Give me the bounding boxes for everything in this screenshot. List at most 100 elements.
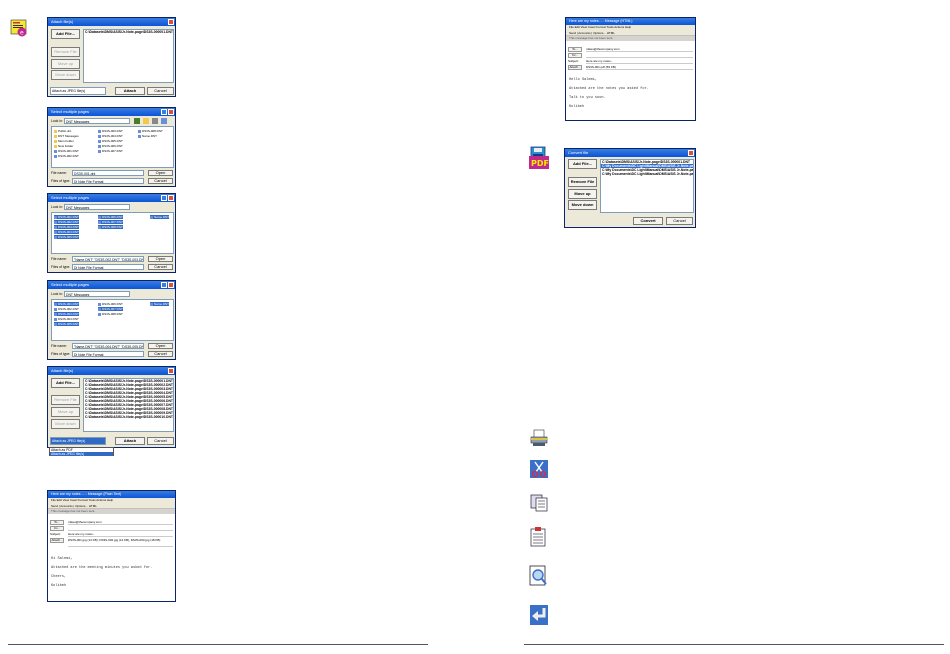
file-browser[interactable]: DS3S-001.DNT DS3S-002.DNT DS3S-003.DNT D… [51,212,174,254]
file-item[interactable]: DS3S-002.DNT [54,307,79,311]
file-item[interactable]: DNT Messages [54,134,79,138]
cancel-button[interactable]: Cancel [148,178,173,184]
file-item[interactable]: DS3S-002.DNT [54,220,79,224]
file-browser[interactable]: DS3S-001.DNT DS3S-002.DNT DS3S-003.DNT D… [51,299,174,341]
attach-button[interactable]: Attach... [568,65,582,70]
file-item[interactable]: Mein Folder [54,139,74,143]
remove-file-button[interactable]: Remove File [51,395,80,405]
close-icon[interactable] [688,150,694,156]
add-file-button[interactable]: Add File... [51,29,80,39]
close-icon[interactable] [168,282,174,288]
file-item[interactable]: Name.DNT [150,215,170,219]
move-down-button[interactable]: Move down [51,419,80,429]
attach-button[interactable]: Attach [115,87,145,95]
file-item[interactable]: DS3S-007.DNT [98,307,123,311]
list-item[interactable]: C:\My Documents\DC Light\Manual\DMS\ASIS… [601,172,693,176]
file-name-input[interactable]: "Name.DNT" "DS3S-004.DNT" "DS3S-005.DNT" [72,343,144,349]
cancel-button[interactable]: Cancel [148,264,173,270]
attach-field[interactable]: DS3S-001.jpg (14 KB); DS3S-002.jpg (14 K… [68,538,173,547]
file-item[interactable]: DS3S-003.DNT [54,312,79,316]
format-dropdown-list[interactable]: Attach as PDF Attach as JPEG file(s) [49,447,114,456]
to-button[interactable]: To... [50,520,64,525]
move-down-button[interactable]: Move down [568,200,597,210]
help-icon[interactable] [161,109,167,115]
file-item[interactable]: DS3S-001.DNT [54,149,79,153]
file-item[interactable]: DS3S-001.DNT [54,215,79,219]
file-name-input[interactable]: "Name.DNT" "DS3S-002.DNT" "DS3S-003.DNT" [72,256,144,262]
file-item[interactable]: New Folder [54,144,73,148]
help-icon[interactable] [161,195,167,201]
convert-button[interactable]: Convert [633,217,663,225]
cancel-button[interactable]: Cancel [147,87,174,95]
help-icon[interactable] [161,282,167,288]
move-down-button[interactable]: Move down [51,70,80,80]
file-list[interactable]: C:\Datasets\DMS\ASIS\Jr-Note-page\DS3S-0… [600,159,694,213]
look-in-select[interactable]: DNT Messages [64,204,130,210]
close-icon[interactable] [168,109,174,115]
file-item[interactable]: DS3S-002.DNT [54,154,79,158]
to-button[interactable]: To... [568,47,582,52]
open-button[interactable]: Open [148,256,173,262]
look-in-select[interactable]: DNT Messages [64,291,130,297]
close-icon[interactable] [168,368,174,374]
to-field[interactable]: mikes@thecompany.com [68,520,173,525]
file-item[interactable]: DS3S-005.DNT [54,322,79,326]
file-type-select[interactable]: Di Note File Format [72,264,144,270]
file-item[interactable]: DS3S-003.DNT [98,129,123,133]
file-item[interactable]: DS3S-007.DNT [98,149,123,153]
remove-file-button[interactable]: Remove File [568,177,597,187]
file-item[interactable]: DS3S-004.DNT [98,134,123,138]
close-icon[interactable] [168,19,174,25]
file-browser[interactable]: Public.dnt DNT Messages Mein Folder New … [51,126,174,168]
look-in-select[interactable]: DNT Messages [64,118,130,124]
attach-field[interactable]: DS3S-001.pdf (59 KB) [586,65,693,70]
cancel-button[interactable]: Cancel [666,217,693,225]
subject-field[interactable]: Here are my notes... [586,59,693,64]
file-item[interactable]: DS3S-005.DNT [54,235,79,239]
subject-field[interactable]: Here are my notes... [68,532,173,537]
list-item[interactable]: C:\Datasets\DMS\ASIS\Jr-Note-page\DS3S-0… [84,415,173,419]
cancel-button[interactable]: Cancel [147,437,174,445]
file-item[interactable]: DS3S-008.DNT [138,129,163,133]
format-select[interactable]: Attach as JPEG file(s) [50,87,106,95]
file-item[interactable]: DS3S-008.DNT [98,225,123,229]
file-item[interactable]: DS3S-008.DNT [98,312,123,316]
file-list[interactable]: C:\Datasets\DMS\ASIS\Jr-Note-page\DS3S-0… [83,29,174,83]
add-file-button[interactable]: Add File... [51,378,80,388]
dropdown-option[interactable]: Attach as JPEG file(s) [50,452,113,456]
file-item[interactable]: DS3S-006.DNT [98,144,123,148]
remove-file-button[interactable]: Remove File [51,47,80,57]
file-item[interactable]: Name.DNT [150,302,170,306]
open-button[interactable]: Open [148,343,173,349]
move-up-button[interactable]: Move up [568,189,597,199]
attach-button[interactable]: Attach... [50,538,64,543]
file-item[interactable]: DS3S-007.DNT [98,220,123,224]
nav-toolbar-icons[interactable] [134,118,170,124]
to-field[interactable]: mikes@thecompany.com [586,47,693,52]
cc-field[interactable] [68,526,173,531]
file-item[interactable]: DS3S-001.DNT [54,302,79,306]
file-item[interactable]: DS3S-003.DNT [54,225,79,229]
file-item[interactable]: Name.DNT [138,134,157,138]
move-up-button[interactable]: Move up [51,59,80,69]
open-button[interactable]: Open [148,170,173,176]
format-select[interactable]: Attach as JPEG file(s) [50,437,106,445]
file-item[interactable]: DS3S-004.DNT [54,230,79,234]
file-item[interactable]: DS3S-005.DNT [98,139,123,143]
cc-field[interactable] [586,53,693,58]
cc-button[interactable]: Cc... [568,53,582,58]
file-item[interactable]: DS3S-004.DNT [54,317,79,321]
file-type-select[interactable]: Di Note File Format [72,351,144,357]
add-file-button[interactable]: Add File... [568,159,597,169]
file-item[interactable]: DS3S-006.DNT [98,215,123,219]
file-list[interactable]: C:\Datasets\DMS\ASIS\Jr-Note-page\DS3S-0… [83,378,174,432]
cc-button[interactable]: Cc... [50,526,64,531]
file-type-select[interactable]: Di Note File Format [72,178,144,184]
cancel-button[interactable]: Cancel [148,351,173,357]
file-item[interactable]: DS3S-006.DNT [98,302,123,306]
close-icon[interactable] [168,195,174,201]
file-name-input[interactable]: DS3S-001.dnt [72,170,144,176]
file-item[interactable]: Public.dnt [54,129,71,133]
list-item[interactable]: C:\Datasets\DMS\ASIS\Jr-Note-page\DS3S-0… [84,30,173,34]
move-up-button[interactable]: Move up [51,407,80,417]
